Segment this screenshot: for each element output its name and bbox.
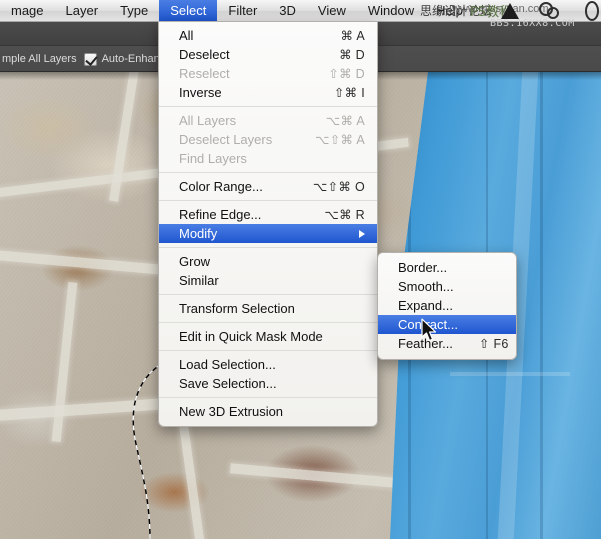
menu-separator bbox=[159, 200, 377, 201]
menu-row-deselect[interactable]: Deselect ⌘ D bbox=[159, 45, 377, 64]
menu-item-view[interactable]: View bbox=[307, 0, 357, 21]
menu-item-filter[interactable]: Filter bbox=[217, 0, 268, 21]
menu-row-shortcut: ⌘ D bbox=[339, 47, 365, 62]
menu-row-all[interactable]: All ⌘ A bbox=[159, 26, 377, 45]
watermark-chinese-text-2: PS教程 bbox=[470, 1, 512, 20]
menu-row-shortcut: ⌘ A bbox=[340, 28, 365, 43]
menu-row-label: Inverse bbox=[179, 85, 308, 100]
submenu-row-expand[interactable]: Expand... bbox=[378, 296, 516, 315]
menu-row-shortcut: ⌥⌘ A bbox=[326, 113, 365, 128]
menu-row-grow[interactable]: Grow bbox=[159, 252, 377, 271]
menu-row-label: Edit in Quick Mask Mode bbox=[179, 329, 339, 344]
photoshop-window: e Photoshop CS6 mple All Layers Auto-Enh… bbox=[0, 0, 601, 539]
submenu-row-contract[interactable]: Contract... bbox=[378, 315, 516, 334]
submenu-row-label: Feather... bbox=[398, 336, 453, 351]
menu-separator bbox=[159, 350, 377, 351]
menu-item-type[interactable]: Type bbox=[109, 0, 159, 21]
menu-row-label: Color Range... bbox=[179, 179, 287, 194]
menu-row-shortcut: ⌥⇧⌘ A bbox=[315, 132, 365, 147]
menu-row-find-layers: Find Layers bbox=[159, 149, 377, 168]
menu-row-label: Save Selection... bbox=[179, 376, 339, 391]
select-dropdown-menu[interactable]: All ⌘ A Deselect ⌘ D Reselect ⇧⌘ D Inver… bbox=[158, 21, 378, 427]
menu-item-3d[interactable]: 3D bbox=[268, 0, 307, 21]
menu-item-select[interactable]: Select bbox=[159, 0, 217, 21]
menu-row-label: Deselect Layers bbox=[179, 132, 289, 147]
menu-row-label: Similar bbox=[179, 273, 339, 288]
menu-item-image[interactable]: mage bbox=[0, 0, 55, 21]
menu-row-shortcut: ⇧⌘ I bbox=[334, 85, 365, 100]
submenu-row-label: Border... bbox=[398, 260, 478, 275]
menu-row-shortcut: ⌥⇧⌘ O bbox=[313, 179, 365, 194]
submenu-row-label: Smooth... bbox=[398, 279, 478, 294]
menu-row-inverse[interactable]: Inverse ⇧⌘ I bbox=[159, 83, 377, 102]
menu-row-new-3d-extrusion[interactable]: New 3D Extrusion bbox=[159, 402, 377, 421]
menu-row-label: Modify bbox=[179, 226, 351, 241]
menu-row-label: Reselect bbox=[179, 66, 302, 81]
menu-row-label: Load Selection... bbox=[179, 357, 339, 372]
modify-submenu[interactable]: Border... Smooth... Expand... Contract..… bbox=[377, 252, 517, 360]
menu-row-refine-edge[interactable]: Refine Edge... ⌥⌘ R bbox=[159, 205, 377, 224]
menu-separator bbox=[159, 397, 377, 398]
menu-row-label: Transform Selection bbox=[179, 301, 339, 316]
submenu-row-border[interactable]: Border... bbox=[378, 258, 516, 277]
menu-item-window[interactable]: Window bbox=[357, 0, 425, 21]
sample-all-layers-label: mple All Layers bbox=[2, 53, 77, 65]
submenu-arrow-icon bbox=[359, 230, 365, 238]
menu-separator bbox=[159, 172, 377, 173]
menu-separator bbox=[159, 322, 377, 323]
menu-row-color-range[interactable]: Color Range... ⌥⇧⌘ O bbox=[159, 177, 377, 196]
submenu-row-label: Contract... bbox=[398, 317, 478, 332]
menu-row-save-selection[interactable]: Save Selection... bbox=[159, 374, 377, 393]
menu-row-modify[interactable]: Modify bbox=[159, 224, 377, 243]
submenu-row-smooth[interactable]: Smooth... bbox=[378, 277, 516, 296]
submenu-row-shortcut: ⇧ F6 bbox=[479, 336, 509, 351]
menu-row-label: New 3D Extrusion bbox=[179, 404, 339, 419]
auto-enhance-checkbox[interactable] bbox=[84, 53, 97, 66]
menu-row-shortcut: ⇧⌘ D bbox=[328, 66, 365, 81]
menu-row-label: Deselect bbox=[179, 47, 313, 62]
shutter-highlight bbox=[450, 372, 570, 376]
menu-separator bbox=[159, 106, 377, 107]
menu-row-shortcut: ⌥⌘ R bbox=[324, 207, 365, 222]
submenu-row-feather[interactable]: Feather... ⇧ F6 bbox=[378, 334, 516, 353]
menu-row-label: Grow bbox=[179, 254, 339, 269]
menu-row-reselect: Reselect ⇧⌘ D bbox=[159, 64, 377, 83]
shutter-slat bbox=[540, 72, 543, 539]
menu-row-deselect-layers: Deselect Layers ⌥⇧⌘ A bbox=[159, 130, 377, 149]
menu-row-label: Refine Edge... bbox=[179, 207, 298, 222]
menu-row-label: Find Layers bbox=[179, 151, 339, 166]
menu-row-transform-selection[interactable]: Transform Selection bbox=[159, 299, 377, 318]
menu-row-all-layers: All Layers ⌥⌘ A bbox=[159, 111, 377, 130]
menu-row-label: All bbox=[179, 28, 314, 43]
menu-row-label: All Layers bbox=[179, 113, 300, 128]
menu-row-load-selection[interactable]: Load Selection... bbox=[159, 355, 377, 374]
menu-item-layer[interactable]: Layer bbox=[55, 0, 110, 21]
menu-row-edit-in-quick-mask-mode[interactable]: Edit in Quick Mask Mode bbox=[159, 327, 377, 346]
menu-separator bbox=[159, 294, 377, 295]
menu-separator bbox=[159, 247, 377, 248]
menu-row-similar[interactable]: Similar bbox=[159, 271, 377, 290]
submenu-row-label: Expand... bbox=[398, 298, 478, 313]
